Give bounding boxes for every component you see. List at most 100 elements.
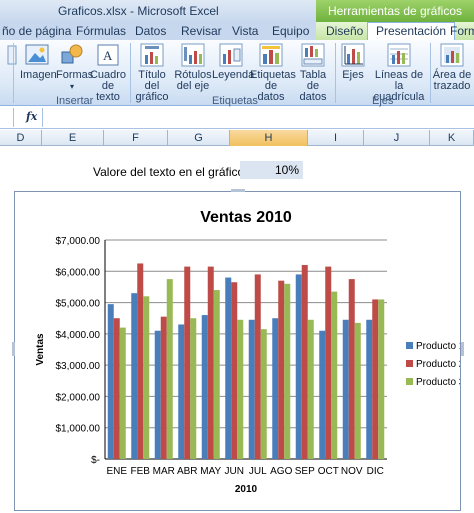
x-tick-label: JUL (249, 466, 267, 477)
column-header-k[interactable]: K (430, 130, 474, 146)
bar-oct-series-2 (325, 266, 332, 459)
gridlines-label-line1: Líneas de la (374, 69, 424, 92)
tab-team[interactable]: Equipo (272, 24, 309, 38)
window-title: Graficos.xlsx - Microsoft Excel (58, 4, 219, 18)
bar-ago-series-3 (284, 283, 291, 459)
chart-title: Ventas 2010 (200, 209, 292, 226)
bar-may-series-1 (201, 315, 208, 459)
legend-swatch (406, 342, 413, 349)
title-bar: Graficos.xlsx - Microsoft Excel Herramie… (0, 0, 474, 22)
plot-area-icon (440, 43, 464, 67)
bar-sep-series-1 (295, 274, 302, 459)
image-label: Imagen (20, 69, 57, 81)
plot-area-button[interactable]: Área de trazado (432, 42, 472, 92)
svg-text:A: A (103, 48, 113, 63)
insert-function-icon[interactable]: fx (26, 110, 37, 123)
bar-jul-series-2 (254, 274, 261, 459)
insert-textbox-button[interactable]: A Cuadro de texto (89, 42, 127, 103)
column-header-h[interactable]: H (230, 130, 308, 146)
bar-may-series-2 (207, 266, 214, 459)
bar-sep-series-3 (307, 319, 314, 459)
bar-mar-series-1 (154, 330, 161, 459)
tab-presentation[interactable]: Presentación (367, 22, 456, 41)
cell-text-label[interactable]: Valore del texto en el gráfico: (93, 165, 248, 179)
legend-button[interactable]: Leyenda (212, 42, 255, 81)
bar-jun-series-2 (231, 282, 238, 459)
y-axis-title: Ventas (35, 333, 46, 366)
legend-label: Leyenda (212, 69, 255, 81)
name-box[interactable] (0, 108, 14, 127)
bar-dic-series-2 (372, 299, 379, 459)
column-header-f[interactable]: F (104, 130, 168, 146)
bar-mar-series-3 (166, 279, 173, 459)
column-header-g[interactable]: G (168, 130, 230, 146)
chart-tools-context-header: Herramientas de gráficos (316, 0, 474, 22)
current-selection-button[interactable] (0, 42, 17, 70)
group-label-insert: Insertar (56, 95, 94, 107)
tab-format[interactable]: Forma (450, 24, 474, 38)
textbox-icon: A (97, 44, 119, 66)
chart-title-button[interactable]: Título del gráfico (132, 42, 172, 103)
legend-swatch (406, 360, 413, 367)
bar-nov-series-1 (342, 319, 349, 459)
bar-jun-series-1 (225, 277, 232, 459)
column-headers: D E F G H I J K (0, 130, 474, 146)
shapes-label: Formas (56, 69, 94, 81)
bar-nov-series-2 (348, 279, 355, 459)
tab-review[interactable]: Revisar (181, 24, 222, 38)
bar-feb-series-1 (131, 293, 138, 459)
group-separator (13, 43, 14, 103)
legend-swatch (406, 378, 413, 385)
y-tick-label: $7,000.00 (56, 236, 101, 247)
column-header-j[interactable]: J (364, 130, 430, 146)
bar-dic-series-1 (366, 319, 373, 459)
axis-titles-label-line2: del eje (176, 80, 210, 92)
formula-input[interactable] (42, 108, 474, 127)
tab-page-layout[interactable]: ño de página (2, 24, 71, 38)
tab-data[interactable]: Datos (135, 24, 166, 38)
tab-formulas[interactable]: Fórmulas (76, 24, 126, 38)
x-tick-label: FEB (131, 466, 151, 477)
data-labels-button[interactable]: Etiquetas de datos (250, 42, 296, 103)
cell-percent-value[interactable]: 10% (240, 161, 303, 179)
data-table-button[interactable]: Tabla de datos (293, 42, 333, 103)
x-tick-label: DIC (367, 466, 384, 477)
textbox-label-line2: de texto (96, 80, 120, 103)
data-labels-icon (259, 43, 283, 67)
bar-abr-series-3 (190, 318, 197, 459)
bar-ene-series-3 (119, 327, 126, 459)
image-icon (25, 44, 49, 65)
group-label-axes: Ejes (372, 95, 394, 107)
bar-jul-series-1 (248, 319, 255, 459)
sales-chart: Ventas 2010 $- $1,000.00 $2,000.00 $3,000.00… (35, 209, 460, 495)
resize-handle-right[interactable] (461, 342, 464, 356)
legend-icon (219, 43, 243, 67)
bar-dic-series-3 (378, 299, 385, 459)
column-header-e[interactable]: E (42, 130, 104, 146)
data-table-label-line1: Tabla de (299, 69, 327, 92)
chart-object[interactable]: Ventas 2010 $- $1,000.00 $2,000.00 $3,000.00… (12, 189, 464, 511)
column-header-i[interactable]: I (308, 130, 364, 146)
gridlines-button[interactable]: Líneas de la cuadrícula (370, 42, 428, 103)
tab-design[interactable]: Diseño (326, 24, 363, 38)
insert-shapes-button[interactable]: Formas ▾ (56, 42, 93, 92)
bar-abr-series-2 (184, 266, 191, 459)
x-tick-label: MAR (153, 466, 175, 477)
shapes-icon (61, 44, 83, 64)
bar-nov-series-3 (354, 322, 361, 459)
insert-image-button[interactable]: Imagen (20, 42, 57, 81)
y-tick-label: $6,000.00 (56, 267, 101, 278)
bar-sep-series-2 (301, 265, 308, 459)
column-header-d[interactable]: D (0, 130, 42, 146)
axes-button[interactable]: Ejes (337, 42, 369, 81)
bar-ago-series-2 (278, 280, 285, 459)
y-tick-label: $3,000.00 (56, 361, 101, 372)
chart-title-label-line1: Título del (138, 69, 166, 92)
tab-view[interactable]: Vista (232, 24, 258, 38)
axis-titles-button[interactable]: Rótulos del eje (174, 42, 212, 92)
ribbon: Imagen Formas ▾ A Cuadro de texto Insert… (0, 40, 474, 107)
data-table-label-line2: datos (299, 91, 327, 103)
axis-titles-icon (181, 43, 205, 67)
bar-oct-series-1 (319, 330, 326, 459)
y-tick-label: $- (91, 455, 100, 466)
